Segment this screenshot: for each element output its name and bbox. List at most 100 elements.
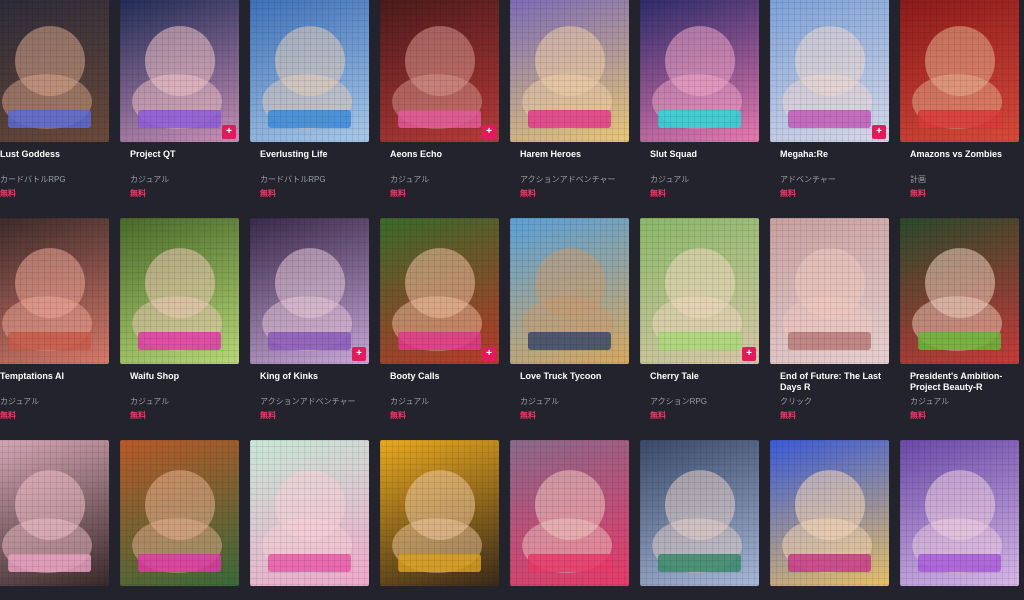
game-thumbnail[interactable] xyxy=(640,440,759,586)
game-card[interactable]: + Cherry Tale アクションRPG 無料 xyxy=(640,218,759,440)
game-card[interactable] xyxy=(900,440,1019,600)
game-price: 無料 xyxy=(910,411,926,420)
game-genre: アクションアドベンチャー xyxy=(260,397,356,406)
game-price: 無料 xyxy=(0,411,16,420)
game-card[interactable] xyxy=(640,440,759,600)
game-thumbnail[interactable] xyxy=(380,440,499,586)
game-card[interactable]: President's Ambition-Project Beauty-R カジュ… xyxy=(900,218,1019,440)
game-card[interactable] xyxy=(250,440,369,600)
game-thumbnail[interactable]: + xyxy=(380,218,499,364)
pixel-overlay xyxy=(380,0,499,142)
game-price: 無料 xyxy=(650,411,666,420)
game-card[interactable]: + Project QT カジュアル 無料 xyxy=(120,0,239,218)
game-genre: アクションRPG xyxy=(650,397,707,406)
game-thumbnail[interactable] xyxy=(120,218,239,364)
pixel-overlay xyxy=(120,440,239,586)
game-title[interactable]: Everlusting Life xyxy=(250,149,369,171)
game-thumbnail[interactable]: + xyxy=(640,218,759,364)
game-title[interactable]: Lust Goddess xyxy=(0,149,109,171)
pixel-overlay xyxy=(900,218,1019,364)
game-card[interactable] xyxy=(0,440,109,600)
game-price: 無料 xyxy=(260,411,276,420)
pixel-overlay xyxy=(120,218,239,364)
game-thumbnail[interactable]: + xyxy=(770,0,889,142)
game-price: 無料 xyxy=(780,411,796,420)
game-card[interactable]: + Booty Calls カジュアル 無料 xyxy=(380,218,499,440)
game-card[interactable]: End of Future: The Last Days R クリック 無料 xyxy=(770,218,889,440)
game-card[interactable] xyxy=(770,440,889,600)
game-genre: 計画 xyxy=(910,175,926,184)
game-thumbnail[interactable] xyxy=(120,440,239,586)
game-title[interactable]: President's Ambition-Project Beauty-R xyxy=(900,371,1019,393)
pixel-overlay xyxy=(770,0,889,142)
plus-badge-icon[interactable]: + xyxy=(352,347,366,361)
game-price: 無料 xyxy=(910,189,926,198)
plus-badge-icon[interactable]: + xyxy=(872,125,886,139)
game-thumbnail[interactable] xyxy=(900,218,1019,364)
game-genre: カードバトルRPG xyxy=(0,175,66,184)
pixel-overlay xyxy=(250,218,369,364)
game-genre: アクションアドベンチャー xyxy=(520,175,616,184)
game-genre: アドベンチャー xyxy=(780,175,836,184)
game-title[interactable]: Aeons Echo xyxy=(380,149,499,171)
game-price: 無料 xyxy=(390,189,406,198)
game-card[interactable]: Love Truck Tycoon カジュアル無料 xyxy=(510,218,629,440)
plus-badge-icon[interactable]: + xyxy=(482,347,496,361)
game-title[interactable]: Waifu Shop xyxy=(120,371,239,393)
game-thumbnail[interactable] xyxy=(250,0,369,142)
game-title[interactable]: Cherry Tale xyxy=(640,371,759,393)
game-thumbnail[interactable] xyxy=(0,440,109,586)
game-thumbnail[interactable] xyxy=(510,218,629,364)
game-card[interactable]: + Megaha:Re アドベンチャー 無料 xyxy=(770,0,889,218)
game-thumbnail[interactable] xyxy=(900,440,1019,586)
game-card[interactable]: Everlusting Life カードバトルRPG 無料 xyxy=(250,0,369,218)
game-thumbnail[interactable]: + xyxy=(120,0,239,142)
game-thumbnail[interactable] xyxy=(0,0,109,142)
game-card[interactable]: Harem Heroes アクションアドベンチャー 無料 xyxy=(510,0,629,218)
game-thumbnail[interactable] xyxy=(640,0,759,142)
game-card[interactable] xyxy=(380,440,499,600)
game-thumbnail[interactable] xyxy=(510,0,629,142)
game-title[interactable]: Love Truck Tycoon xyxy=(510,371,629,393)
game-grid: Lust Goddess カードバトルRPG 無料 + Project QT カジュアル無… xyxy=(0,0,1019,600)
game-thumbnail[interactable]: + xyxy=(380,0,499,142)
pixel-overlay xyxy=(380,440,499,586)
plus-badge-icon[interactable]: + xyxy=(742,347,756,361)
game-card[interactable] xyxy=(510,440,629,600)
pixel-overlay xyxy=(250,440,369,586)
game-title[interactable]: Amazons vs Zombies xyxy=(900,149,1019,171)
game-price: 無料 xyxy=(520,411,536,420)
game-card[interactable]: + Aeons Echo カジュアル 無料 xyxy=(380,0,499,218)
game-card[interactable]: Temptations AI カジュアル 無料 xyxy=(0,218,109,440)
game-card[interactable]: Slut Squad カジュアル 無料 xyxy=(640,0,759,218)
game-title[interactable]: King of Kinks xyxy=(250,371,369,393)
plus-badge-icon[interactable]: + xyxy=(482,125,496,139)
game-title[interactable]: Temptations AI xyxy=(0,371,109,393)
game-thumbnail[interactable] xyxy=(900,0,1019,142)
game-thumbnail[interactable] xyxy=(250,440,369,586)
game-thumbnail[interactable] xyxy=(510,440,629,586)
game-card[interactable]: Waifu Shop カジュアル 無料 xyxy=(120,218,239,440)
plus-badge-icon[interactable]: + xyxy=(222,125,236,139)
pixel-overlay xyxy=(770,218,889,364)
game-title[interactable]: End of Future: The Last Days R xyxy=(770,371,889,393)
pixel-overlay xyxy=(120,0,239,142)
game-title[interactable]: Project QT xyxy=(120,149,239,171)
game-card[interactable]: + King of Kinks アクションアドベンチャー 無料 xyxy=(250,218,369,440)
game-card[interactable]: Lust Goddess カードバトルRPG 無料 xyxy=(0,0,109,218)
game-thumbnail[interactable]: + xyxy=(250,218,369,364)
pixel-overlay xyxy=(640,0,759,142)
game-genre: カジュアル xyxy=(520,397,560,406)
game-card[interactable]: Amazons vs Zombies 計画無料 xyxy=(900,0,1019,218)
pixel-overlay xyxy=(0,218,109,364)
game-genre: カジュアル xyxy=(390,397,430,406)
game-title[interactable]: Booty Calls xyxy=(380,371,499,393)
game-title[interactable]: Harem Heroes xyxy=(510,149,629,171)
game-card[interactable] xyxy=(120,440,239,600)
pixel-overlay xyxy=(510,218,629,364)
game-title[interactable]: Megaha:Re xyxy=(770,149,889,171)
game-title[interactable]: Slut Squad xyxy=(640,149,759,171)
game-thumbnail[interactable] xyxy=(770,218,889,364)
game-thumbnail[interactable] xyxy=(0,218,109,364)
game-thumbnail[interactable] xyxy=(770,440,889,586)
